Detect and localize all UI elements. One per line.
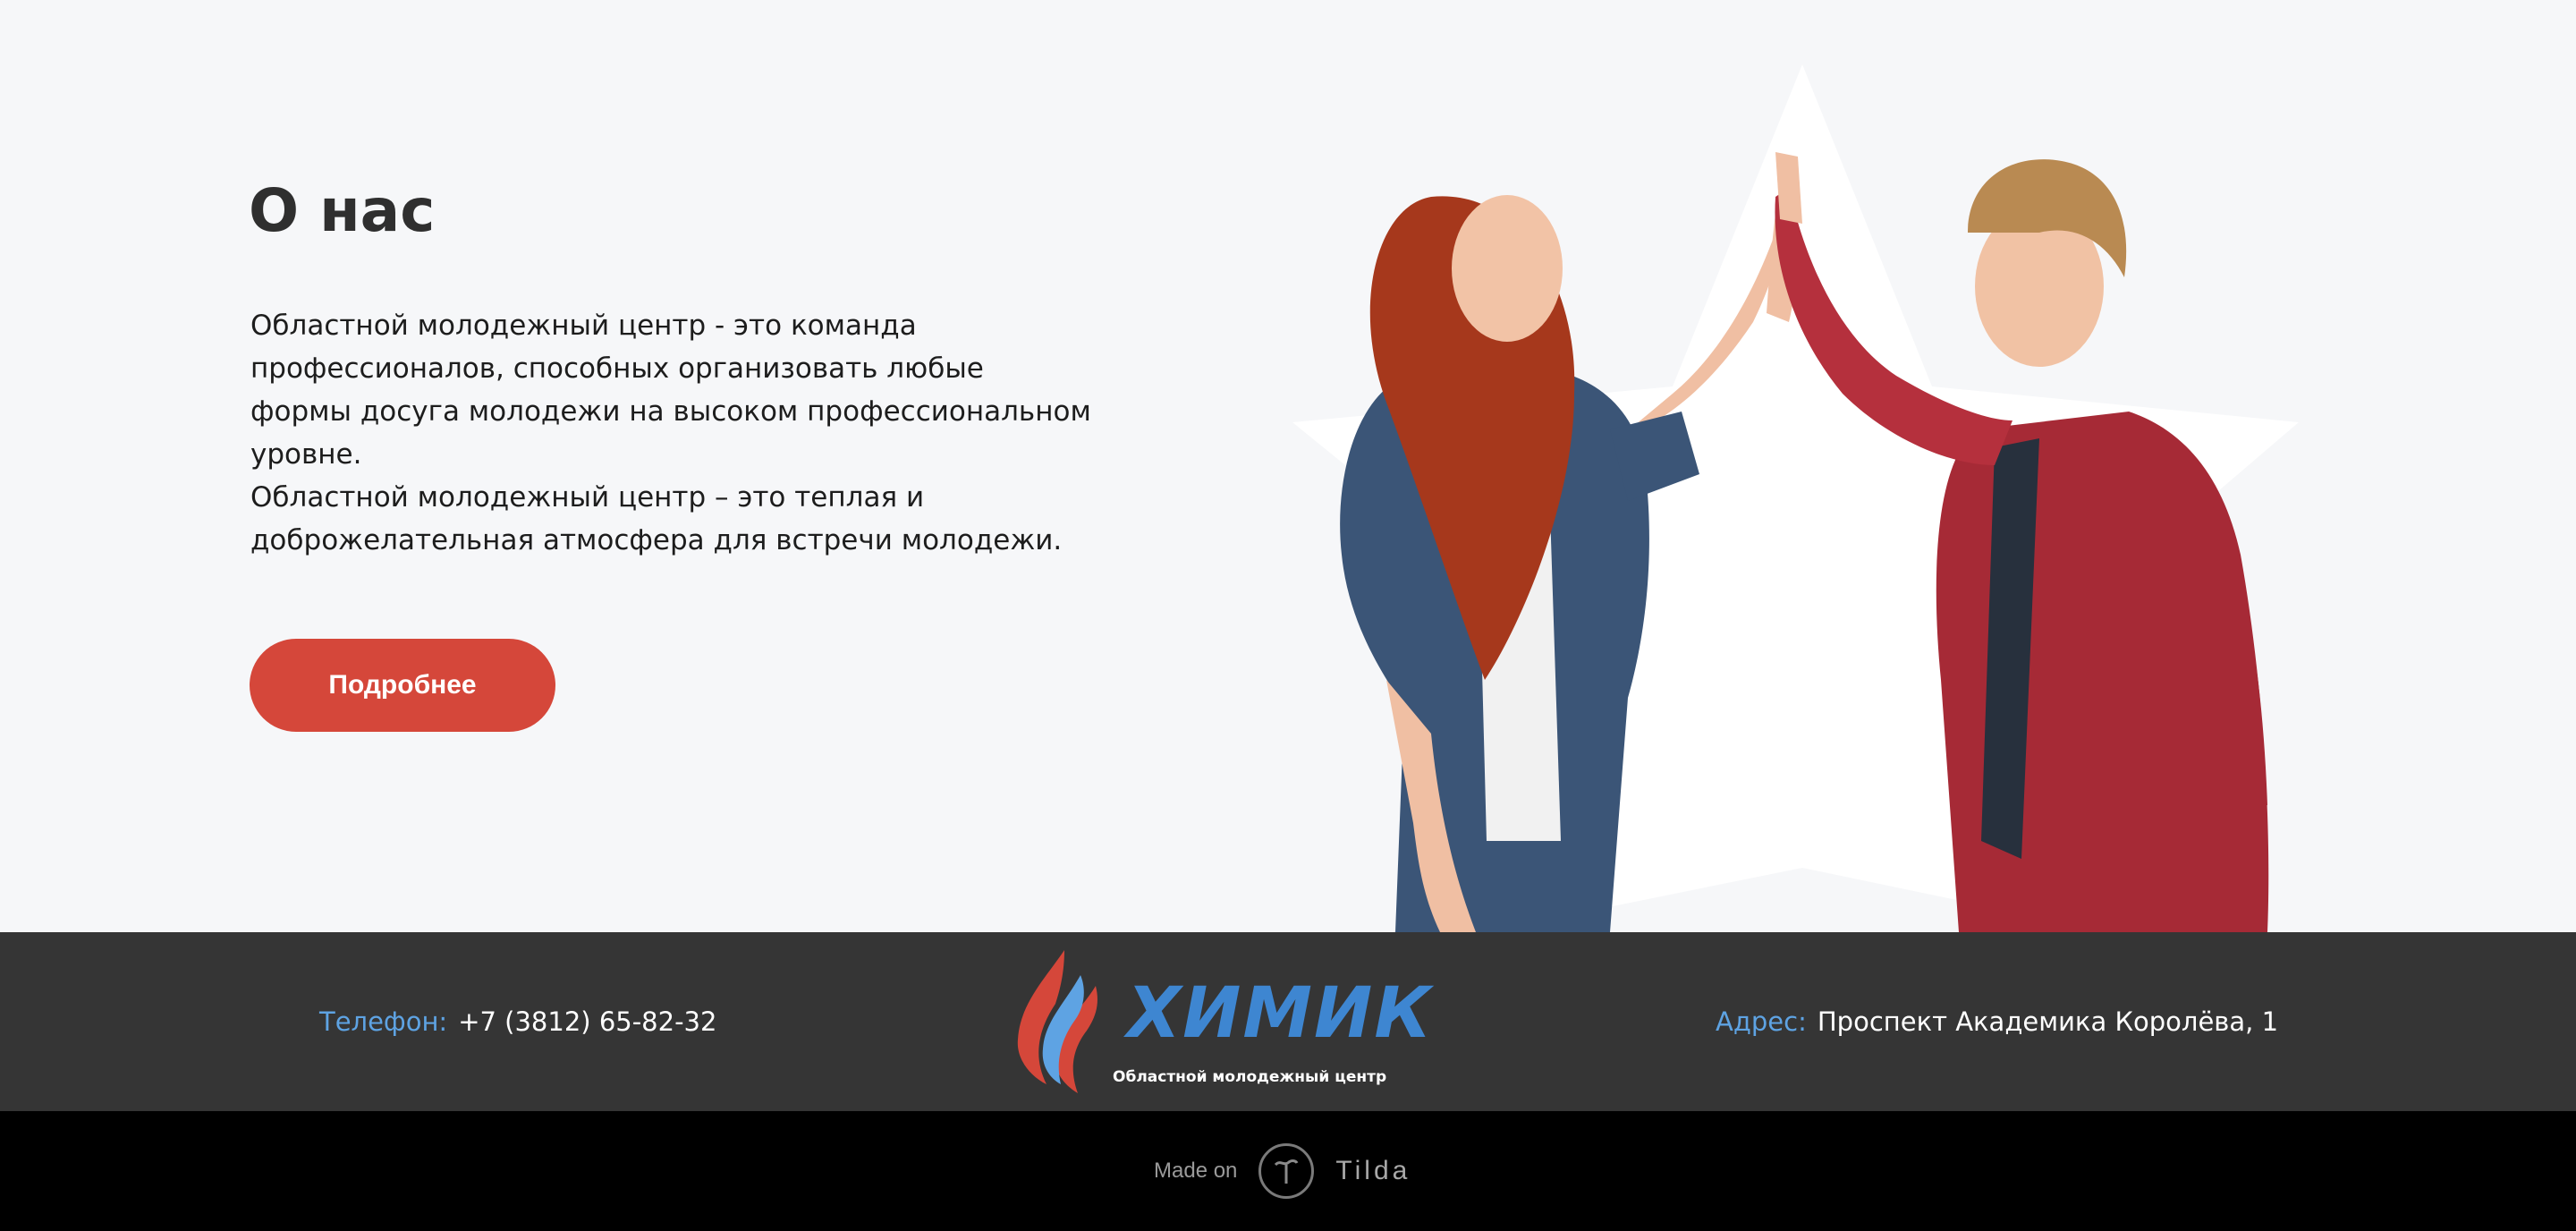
tilda-logo-icon xyxy=(1258,1143,1315,1199)
phone-label: Телефон: xyxy=(319,1006,448,1037)
phone-value[interactable]: +7 (3812) 65-82-32 xyxy=(458,1006,716,1037)
about-paragraph-1: Областной молодежный центр - это команда… xyxy=(250,310,1091,471)
about-paragraph-2: Областной молодежный центр – это теплая … xyxy=(250,481,1063,556)
contact-footer: Телефон: +7 (3812) 65-82-32 ХИМИК Област… xyxy=(0,932,2576,1111)
address-contact: Адрес: Проспект Академика Королёва, 1 xyxy=(1716,932,2278,1111)
about-title: О нас xyxy=(249,176,436,245)
address-label: Адрес: xyxy=(1716,1006,1807,1037)
more-button[interactable]: Подробнее xyxy=(250,639,555,732)
logo-flame-icon xyxy=(1017,950,1097,1093)
logo-subtitle: Областной молодежный центр xyxy=(1113,1068,1387,1086)
phone-contact: Телефон: +7 (3812) 65-82-32 xyxy=(319,932,716,1111)
about-section: О нас Областной молодежный центр - это к… xyxy=(0,0,2576,932)
made-on-bar: Made on Tilda xyxy=(0,1111,2576,1231)
logo-wordmark: ХИМИК xyxy=(1127,973,1434,1054)
tilda-brand: Tilda xyxy=(1335,1156,1411,1185)
about-description: Областной молодежный центр - это команда… xyxy=(250,304,1091,562)
hero-photo xyxy=(1292,64,2299,932)
address-value: Проспект Академика Королёва, 1 xyxy=(1817,1006,2279,1037)
made-on-tilda-link[interactable]: Made on Tilda xyxy=(1154,1111,1411,1231)
himik-logo[interactable]: ХИМИК Областной молодежный центр xyxy=(1011,945,1431,1097)
made-on-label: Made on xyxy=(1154,1159,1238,1183)
